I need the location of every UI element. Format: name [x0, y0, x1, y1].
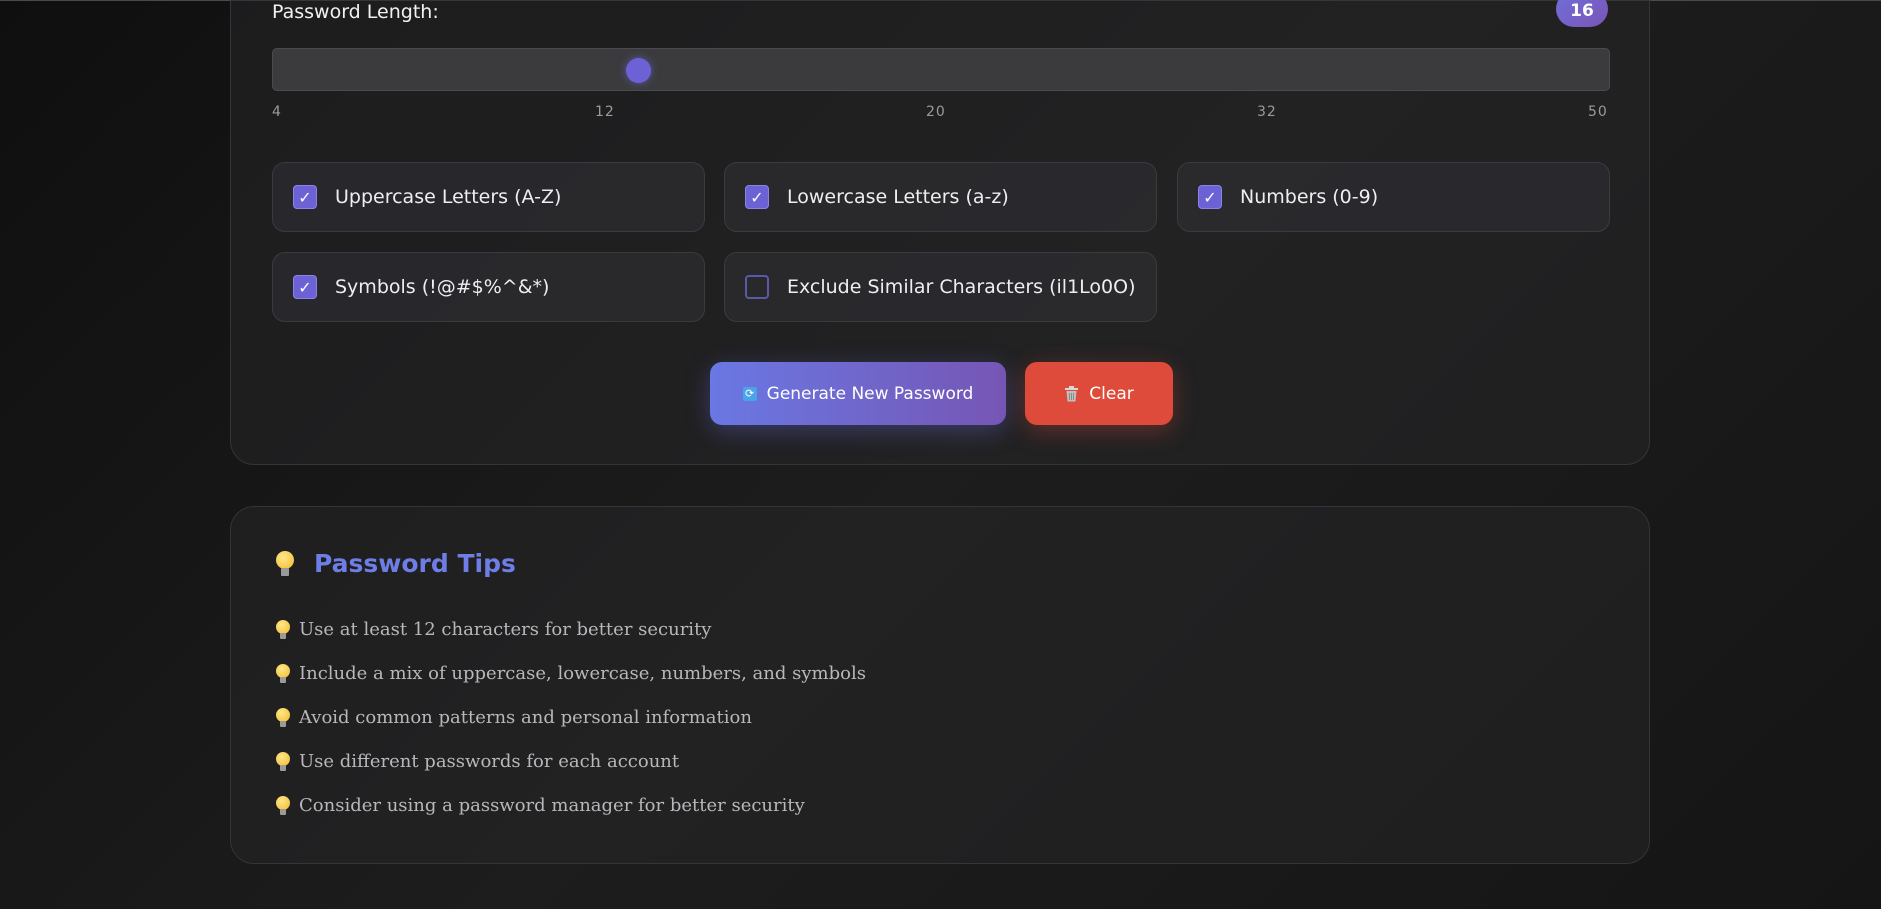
option-lowercase[interactable]: ✓ Lowercase Letters (a-z): [724, 162, 1157, 232]
tips-heading: Password Tips: [276, 549, 516, 578]
option-label: Exclude Similar Characters (il1Lo0O): [787, 276, 1136, 298]
clear-button-label: Clear: [1089, 383, 1134, 404]
option-numbers[interactable]: ✓ Numbers (0-9): [1177, 162, 1610, 232]
option-label: Lowercase Letters (a-z): [787, 186, 1009, 208]
checkbox-icon[interactable]: ✓: [293, 185, 317, 209]
tips-list: Use at least 12 characters for better se…: [276, 607, 866, 827]
list-item: Consider using a password manager for be…: [276, 783, 866, 827]
option-label: Numbers (0-9): [1240, 186, 1379, 208]
trash-icon: [1064, 385, 1079, 402]
list-item: Use at least 12 characters for better se…: [276, 607, 866, 651]
tip-text: Use different passwords for each account: [299, 750, 680, 772]
checkbox-icon[interactable]: ✓: [293, 275, 317, 299]
password-settings-card: Password Length: 16 4 12 20 32 50 ✓ Uppe…: [230, 0, 1650, 465]
lightbulb-icon: [276, 550, 294, 577]
tips-title: Password Tips: [314, 549, 516, 578]
option-label: Symbols (!@#$%^&*): [335, 276, 550, 298]
password-tips-card: Password Tips Use at least 12 characters…: [230, 506, 1650, 864]
password-length-badge: 16: [1556, 0, 1608, 27]
slider-tick: 20: [926, 104, 946, 120]
generate-password-button[interactable]: ⟳ Generate New Password: [710, 362, 1006, 425]
checkbox-icon[interactable]: [745, 275, 769, 299]
option-symbols[interactable]: ✓ Symbols (!@#$%^&*): [272, 252, 705, 322]
tip-text: Include a mix of uppercase, lowercase, n…: [299, 662, 866, 684]
tip-text: Avoid common patterns and personal infor…: [299, 706, 752, 728]
lightbulb-icon: [276, 663, 290, 683]
slider-tick: 12: [595, 104, 615, 120]
list-item: Avoid common patterns and personal infor…: [276, 695, 866, 739]
lightbulb-icon: [276, 795, 290, 815]
tip-text: Consider using a password manager for be…: [299, 794, 805, 816]
option-exclude-similar[interactable]: Exclude Similar Characters (il1Lo0O): [724, 252, 1157, 322]
refresh-icon: ⟳: [742, 386, 757, 401]
slider-tick: 32: [1257, 104, 1277, 120]
lightbulb-icon: [276, 707, 290, 727]
checkbox-icon[interactable]: ✓: [745, 185, 769, 209]
password-length-label: Password Length:: [272, 1, 439, 23]
slider-tick: 4: [272, 104, 282, 120]
slider-tick: 50: [1588, 104, 1608, 120]
clear-button[interactable]: Clear: [1025, 362, 1173, 425]
tip-text: Use at least 12 characters for better se…: [299, 618, 712, 640]
generate-button-label: Generate New Password: [766, 383, 974, 404]
lightbulb-icon: [276, 751, 290, 771]
list-item: Use different passwords for each account: [276, 739, 866, 783]
list-item: Include a mix of uppercase, lowercase, n…: [276, 651, 866, 695]
option-label: Uppercase Letters (A-Z): [335, 186, 562, 208]
slider-thumb[interactable]: [625, 58, 651, 83]
option-uppercase[interactable]: ✓ Uppercase Letters (A-Z): [272, 162, 705, 232]
checkbox-icon[interactable]: ✓: [1198, 185, 1222, 209]
password-length-slider[interactable]: [272, 48, 1610, 91]
lightbulb-icon: [276, 619, 290, 639]
